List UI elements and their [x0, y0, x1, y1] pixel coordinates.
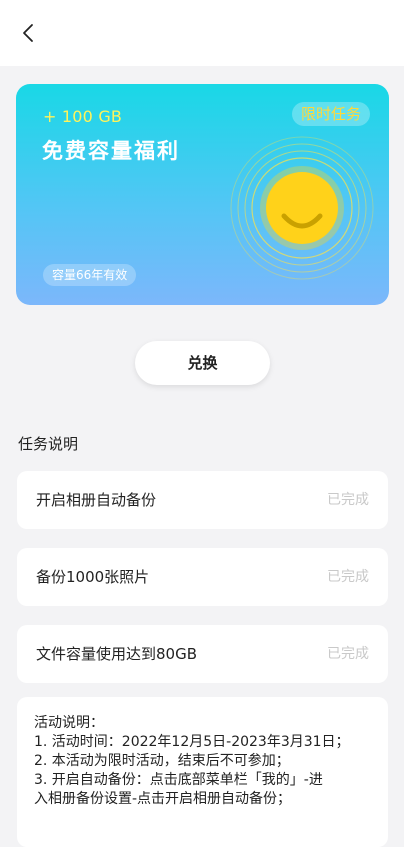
task-status: 已完成	[327, 646, 369, 662]
description-line: 3. 开启自动备份：点击底部菜单栏「我的」-进	[34, 772, 323, 788]
task-name: 备份1000张照片	[36, 568, 150, 586]
description-line: 入相册备份设置-点击开启相册自动备份；	[34, 791, 292, 807]
smiley-face-icon	[230, 136, 374, 280]
task-status: 已完成	[327, 569, 369, 585]
limited-task-badge: 限时任务	[291, 102, 370, 126]
validity-badge: 容量66年有效	[43, 264, 137, 286]
redeem-button[interactable]: 兑换	[135, 341, 270, 385]
card-title: 免费容量福利	[42, 139, 180, 163]
top-bar	[0, 0, 404, 66]
activity-description-card: 活动说明： 1. 活动时间：2022年12月5日-2023年3月31日； 2. …	[17, 697, 388, 847]
card-capacity-label: + 100 GB	[43, 107, 123, 126]
task-status: 已完成	[327, 492, 369, 508]
activity-description: 活动说明： 1. 活动时间：2022年12月5日-2023年3月31日； 2. …	[34, 714, 379, 809]
promo-card: + 100 GB 免费容量福利 限时任务 容量66年有效	[16, 84, 389, 305]
task-name: 开启相册自动备份	[36, 491, 157, 509]
description-line: 活动说明：	[34, 715, 104, 731]
description-line: 2. 本活动为限时活动，结束后不可参加；	[34, 753, 290, 769]
chevron-left-icon[interactable]	[14, 18, 44, 48]
description-line: 1. 活动时间：2022年12月5日-2023年3月31日；	[34, 734, 350, 750]
task-name: 文件容量使用达到80GB	[36, 645, 198, 663]
task-item: 备份1000张照片 已完成	[17, 548, 388, 606]
task-item: 文件容量使用达到80GB 已完成	[17, 625, 388, 683]
tasks-section-title: 任务说明	[18, 435, 79, 453]
task-item: 开启相册自动备份 已完成	[17, 471, 388, 529]
